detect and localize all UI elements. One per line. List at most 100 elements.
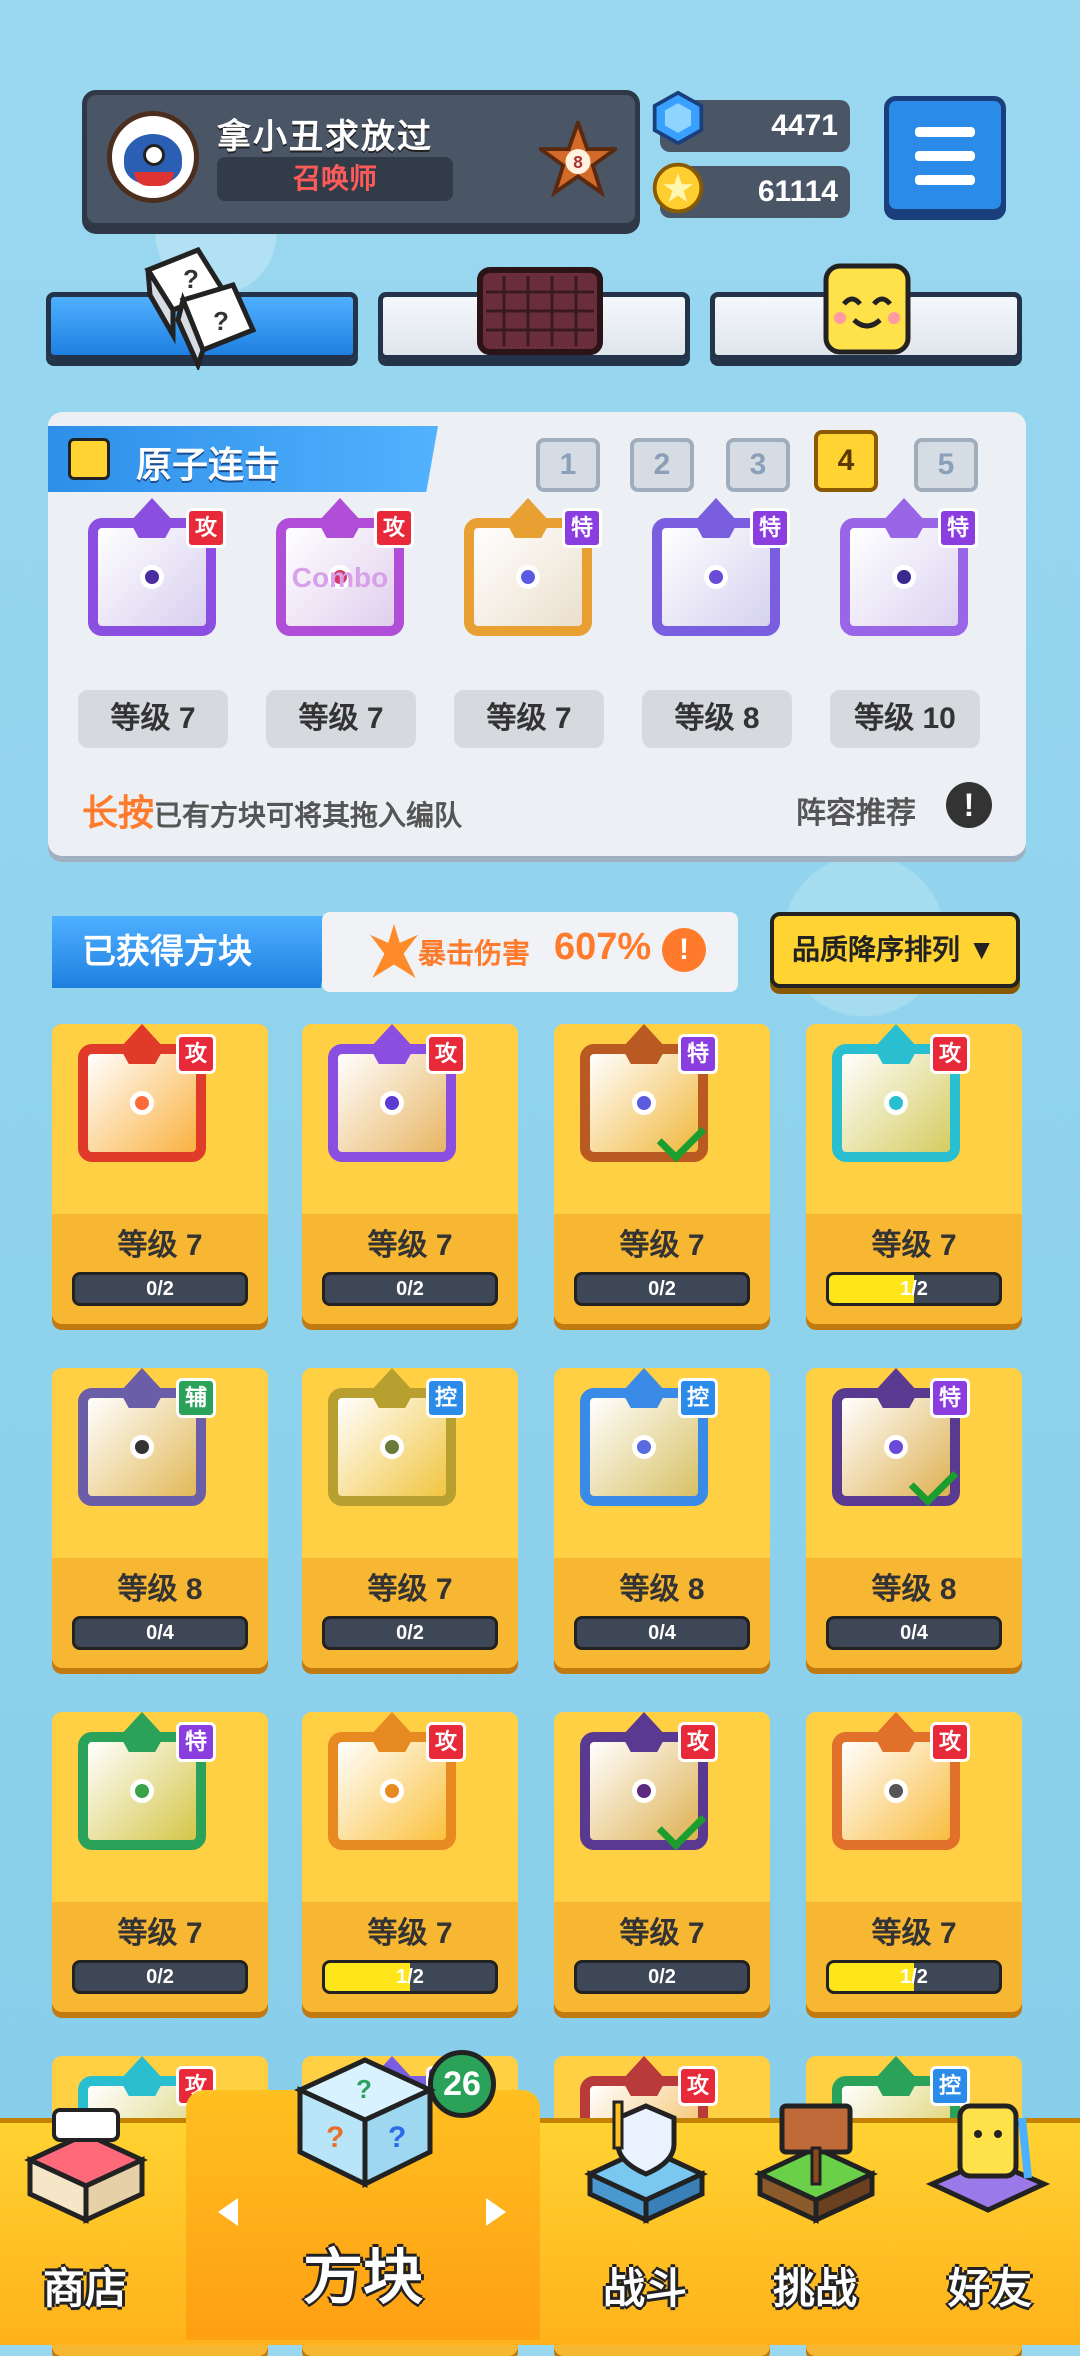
deck-name-banner[interactable]: 原子连击 xyxy=(48,426,438,492)
collection-dice[interactable]: 攻 xyxy=(570,1712,718,1860)
dice-pip xyxy=(130,1435,154,1459)
progress-text: 1/2 xyxy=(900,1966,928,1988)
collection-card[interactable]: 控等级 8 0/4 xyxy=(554,1368,770,1668)
collection-dice[interactable]: 特 xyxy=(68,1712,216,1860)
card-level: 等级 7 xyxy=(367,1229,453,1262)
deck-dice-1[interactable]: 攻 xyxy=(78,498,226,646)
collection-dice[interactable]: 攻 xyxy=(318,1712,466,1860)
dice-crest-icon xyxy=(874,1712,918,1752)
deck-dice-5[interactable]: 特 xyxy=(830,498,978,646)
card-level: 等级 7 xyxy=(619,1917,705,1950)
dice-type-tag: 攻 xyxy=(426,1722,466,1762)
card-level: 等级 8 xyxy=(619,1573,705,1606)
friends-icon xyxy=(926,2103,1050,2213)
recommend-label[interactable]: 阵容推荐 xyxy=(796,788,916,832)
collection-card[interactable]: 特等级 8 0/4 xyxy=(806,1368,1022,1668)
deck-slot-4[interactable]: 4 xyxy=(814,430,878,492)
progress-text: 0/4 xyxy=(146,1622,174,1644)
collection-dice[interactable]: 攻 xyxy=(822,1712,970,1860)
dice-type-tag: 攻 xyxy=(374,508,414,548)
nav-challenge[interactable]: 挑战 xyxy=(730,2103,900,2340)
nav-challenge-label: 挑战 xyxy=(772,2265,857,2312)
dice-crest-icon xyxy=(370,1024,414,1064)
deck-panel: 原子连击 1 2 3 4 5 攻等级 7 攻 Combo 等级 7 特等级 7 特等级 8… xyxy=(48,412,1026,856)
dice-pip xyxy=(884,1435,908,1459)
collection-dice[interactable]: 攻 xyxy=(68,1024,216,1172)
dice-crest-icon xyxy=(506,498,550,538)
mystery-block-icon: ? ? ? xyxy=(294,2057,436,2189)
dice-pip xyxy=(892,565,916,589)
collection-card[interactable]: 攻等级 7 0/2 xyxy=(554,1712,770,2012)
dice-type-tag: 攻 xyxy=(186,508,226,548)
board-tab-icon xyxy=(477,267,603,355)
deck-slot-3[interactable]: 3 xyxy=(726,438,790,492)
svg-text:?: ? xyxy=(213,306,229,336)
dice-crest-icon xyxy=(622,1712,666,1752)
card-level: 等级 8 xyxy=(117,1573,203,1606)
dice-pip xyxy=(884,1091,908,1115)
recommend-info-icon[interactable]: ! xyxy=(946,782,992,828)
dice-pip xyxy=(130,1091,154,1115)
dice-type-tag: 特 xyxy=(930,1378,970,1418)
hint-strong: 长按 xyxy=(82,792,155,833)
collection-card[interactable]: 攻等级 7 1/2 xyxy=(806,1024,1022,1324)
collection-dice[interactable]: 攻 xyxy=(318,1024,466,1172)
dice-type-tag: 攻 xyxy=(930,1722,970,1762)
dice-crest-icon xyxy=(874,2056,918,2096)
collection-dice[interactable]: 特 xyxy=(570,1024,718,1172)
deck-dice-2[interactable]: 攻 Combo xyxy=(266,498,414,646)
deck-slot-1[interactable]: 1 xyxy=(536,438,600,492)
collection-dice[interactable]: 特 xyxy=(822,1368,970,1516)
dice-type-tag: 辅 xyxy=(176,1378,216,1418)
upgrade-progress-bar: 0/4 xyxy=(72,1616,248,1650)
deck-slot-5[interactable]: 5 xyxy=(914,438,978,492)
dice-type-tag: 攻 xyxy=(930,1034,970,1074)
battle-icon xyxy=(584,2100,708,2224)
deck-dice-level: 等级 8 xyxy=(642,690,792,748)
collection-card[interactable]: 攻等级 7 0/2 xyxy=(302,1024,518,1324)
upgrade-progress-bar: 0/2 xyxy=(574,1960,750,1994)
player-avatar[interactable] xyxy=(107,111,199,203)
sort-quality-button[interactable]: 品质降序排列 ▼ xyxy=(770,912,1020,988)
crit-info-icon[interactable]: ! xyxy=(662,928,706,972)
dice-type-tag: 特 xyxy=(562,508,602,548)
collection-dice[interactable]: 辅 xyxy=(68,1368,216,1516)
progress-text: 0/2 xyxy=(396,1622,424,1644)
collection-dice[interactable]: 控 xyxy=(570,1368,718,1516)
collection-card[interactable]: 特等级 7 0/2 xyxy=(554,1024,770,1324)
nav-right-arrow-icon[interactable] xyxy=(486,2198,506,2226)
player-profile-panel[interactable]: 拿小丑求放过 召唤师 8 xyxy=(82,90,640,228)
dice-pip xyxy=(704,565,728,589)
collection-card[interactable]: 攻等级 7 1/2 xyxy=(302,1712,518,2012)
dice-crest-icon xyxy=(120,1368,164,1408)
collection-card[interactable]: 攻等级 7 1/2 xyxy=(806,1712,1022,2012)
pencil-icon[interactable] xyxy=(68,438,110,480)
nav-friends[interactable]: 好友 xyxy=(900,2103,1080,2340)
svg-text:?: ? xyxy=(183,264,199,294)
dice-type-tag: 攻 xyxy=(426,1034,466,1074)
collection-dice[interactable]: 攻 xyxy=(822,1024,970,1172)
nav-battle[interactable]: 战斗 xyxy=(560,2100,730,2340)
dice-crest-icon xyxy=(882,498,926,538)
collection-card[interactable]: 控等级 7 0/2 xyxy=(302,1368,518,1668)
dice-type-tag: 特 xyxy=(678,1034,718,1074)
dice-crest-icon xyxy=(120,2056,164,2096)
deck-dice-4[interactable]: 特 xyxy=(642,498,790,646)
dice-pip xyxy=(516,565,540,589)
dice-crest-icon xyxy=(318,498,362,538)
collection-dice[interactable]: 控 xyxy=(318,1368,466,1516)
deck-slot-2[interactable]: 2 xyxy=(630,438,694,492)
collection-card[interactable]: 辅等级 8 0/4 xyxy=(52,1368,268,1668)
nav-shop-label: 商店 xyxy=(42,2265,127,2312)
collection-card[interactable]: 攻等级 7 0/2 xyxy=(52,1024,268,1324)
deck-dice-3[interactable]: 特 xyxy=(454,498,602,646)
nav-shop[interactable]: 商店 xyxy=(0,2108,170,2340)
dice-pip xyxy=(130,1779,154,1803)
nav-left-arrow-icon[interactable] xyxy=(218,2198,238,2226)
player-name: 拿小丑求放过 xyxy=(217,118,433,156)
hint-rest: 已有方块可将其拖入编队 xyxy=(154,800,463,831)
player-title-badge: 召唤师 xyxy=(217,157,453,201)
main-menu-button[interactable] xyxy=(884,96,1006,214)
dice-type-tag: 控 xyxy=(426,1378,466,1418)
collection-card[interactable]: 特等级 7 0/2 xyxy=(52,1712,268,2012)
